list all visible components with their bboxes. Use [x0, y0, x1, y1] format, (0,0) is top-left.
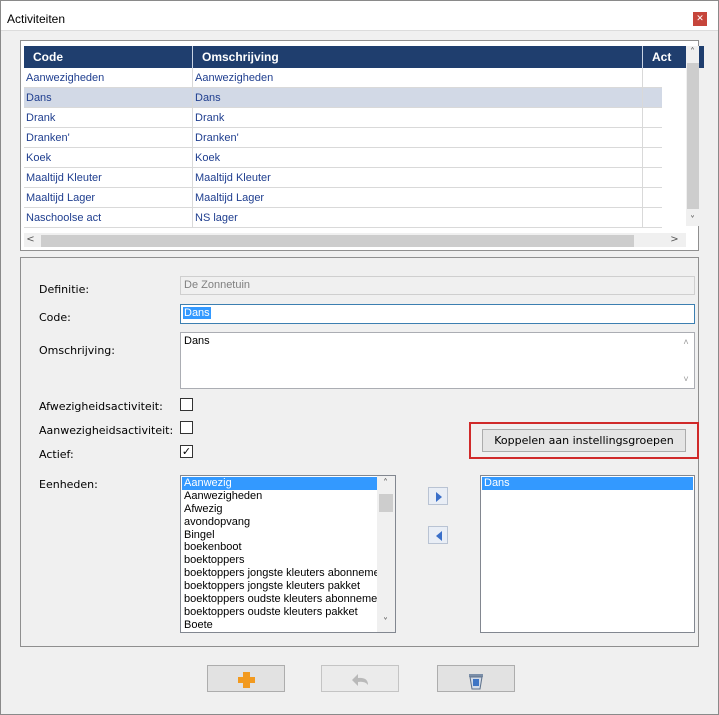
- cell-code: Maaltijd Lager: [26, 188, 193, 208]
- table-row[interactable]: Koek Koek: [24, 148, 662, 168]
- aanwezigheid-checkbox[interactable]: [180, 421, 193, 434]
- available-units-list[interactable]: Aanwezig Aanwezigheden Afwezig avondopvang B…: [180, 475, 396, 633]
- table-row[interactable]: Dranken' Dranken': [24, 128, 662, 148]
- cell-omschrijving: Dranken': [193, 128, 643, 148]
- scroll-up-icon[interactable]: ˄: [686, 46, 699, 60]
- cell-code: Koek: [26, 148, 193, 168]
- delete-button[interactable]: [437, 665, 515, 692]
- list-item[interactable]: Dans: [482, 477, 693, 490]
- arrow-right-icon: [436, 492, 442, 502]
- list-item[interactable]: boektoppers jongste kleuters pakket: [182, 580, 377, 593]
- cell-omschrijving: Koek: [193, 148, 643, 168]
- cell-act: [643, 188, 662, 208]
- cell-code: Dranken': [26, 128, 193, 148]
- aanwezigheid-label: Aanwezigheidsactiviteit:: [39, 424, 174, 437]
- available-scroll-down-icon[interactable]: ˅: [379, 616, 392, 630]
- cell-omschrijving: Maaltijd Kleuter: [193, 168, 643, 188]
- cell-act: [643, 168, 662, 188]
- cell-code: Aanwezigheden: [26, 68, 193, 88]
- window-title: Activiteiten: [7, 12, 66, 26]
- available-scroll-up-icon[interactable]: ˄: [379, 477, 392, 491]
- table-row[interactable]: Drank Drank: [24, 108, 662, 128]
- cell-act: [643, 128, 662, 148]
- textarea-scroll-down-icon[interactable]: ˅: [679, 373, 693, 385]
- cell-omschrijving: Aanwezigheden: [193, 68, 643, 88]
- textarea-scroll-up-icon[interactable]: ˄: [679, 336, 693, 348]
- cell-act: [643, 108, 662, 128]
- selected-units-list[interactable]: Dans: [480, 475, 695, 633]
- list-item[interactable]: Bingel: [182, 529, 377, 542]
- close-icon[interactable]: ✕: [693, 12, 707, 26]
- scroll-left-icon[interactable]: <: [24, 233, 37, 247]
- koppelen-button[interactable]: Koppelen aan instellingsgroepen: [482, 429, 686, 452]
- code-input-value: Dans: [183, 307, 211, 319]
- remove-unit-button[interactable]: [428, 526, 448, 544]
- list-item[interactable]: boekenboot: [182, 541, 377, 554]
- table-row[interactable]: Aanwezigheden Aanwezigheden: [24, 68, 662, 88]
- trash-icon: [469, 674, 483, 690]
- list-item[interactable]: boektoppers oudste kleuters pakket: [182, 606, 377, 619]
- cell-omschrijving: Dans: [193, 88, 643, 108]
- column-header-act[interactable]: Act: [643, 46, 686, 68]
- actief-checkbox[interactable]: ✓: [180, 445, 193, 458]
- definitie-label: Definitie:: [39, 283, 90, 296]
- available-list-thumb[interactable]: [379, 494, 393, 512]
- scroll-right-icon[interactable]: >: [668, 233, 681, 247]
- cell-omschrijving: Drank: [193, 108, 643, 128]
- cell-code: Naschoolse act: [26, 208, 193, 228]
- grid-horizontal-scrollbar[interactable]: < >: [24, 233, 686, 247]
- grid-header: Code Omschrijving Act: [24, 46, 704, 68]
- list-item[interactable]: avondopvang: [182, 516, 377, 529]
- scroll-down-icon[interactable]: ˅: [686, 214, 699, 228]
- code-label: Code:: [39, 311, 71, 324]
- add-unit-button[interactable]: [428, 487, 448, 505]
- grid-vertical-scrollbar[interactable]: ˄ ˅: [686, 46, 699, 226]
- cell-act: [643, 148, 662, 168]
- add-button[interactable]: [207, 665, 285, 692]
- table-row[interactable]: Naschoolse act NS lager: [24, 208, 662, 228]
- cell-code: Maaltijd Kleuter: [26, 168, 193, 188]
- column-header-code[interactable]: Code: [24, 46, 193, 68]
- table-row[interactable]: Maaltijd Lager Maaltijd Lager: [24, 188, 662, 208]
- actief-label: Actief:: [39, 448, 74, 461]
- list-item[interactable]: Aanwezigheden: [182, 490, 377, 503]
- table-row[interactable]: Dans Dans: [24, 88, 662, 108]
- column-header-omschrijving[interactable]: Omschrijving: [193, 46, 643, 68]
- omschrijving-value: Dans: [184, 335, 210, 347]
- omschrijving-label: Omschrijving:: [39, 344, 115, 357]
- cell-omschrijving: NS lager: [193, 208, 643, 228]
- omschrijving-textarea[interactable]: Dans ˄ ˅: [180, 332, 695, 389]
- undo-button[interactable]: [321, 665, 399, 692]
- list-item[interactable]: Aanwezig: [182, 477, 377, 490]
- grid-rows: Aanwezigheden Aanwezigheden Dans Dans Drank D…: [24, 68, 662, 243]
- title-bar: Activiteiten ✕: [1, 1, 718, 31]
- code-input[interactable]: Dans: [180, 304, 695, 324]
- list-item[interactable]: boektoppers jongste kleuters abonnemen: [182, 567, 377, 580]
- cell-code: Dans: [26, 88, 193, 108]
- textarea-scrollbar[interactable]: ˄ ˅: [679, 334, 693, 387]
- definitie-field: De Zonnetuin: [180, 276, 695, 295]
- cell-act: [643, 88, 662, 108]
- eenheden-label: Eenheden:: [39, 478, 98, 491]
- cell-act: [643, 68, 662, 88]
- grid-horizontal-thumb[interactable]: [41, 235, 634, 247]
- available-list-scrollbar[interactable]: ˄ ˅: [377, 476, 395, 632]
- undo-icon: [352, 674, 368, 686]
- afwezigheid-checkbox[interactable]: [180, 398, 193, 411]
- list-item[interactable]: boektoppers: [182, 554, 377, 567]
- table-row[interactable]: Maaltijd Kleuter Maaltijd Kleuter: [24, 168, 662, 188]
- plus-icon: [238, 672, 255, 688]
- cell-act: [643, 208, 662, 228]
- activities-grid: Code Omschrijving Act Aanwezigheden Aanwe…: [20, 40, 704, 251]
- cell-code: Drank: [26, 108, 193, 128]
- detail-form: Definitie: De Zonnetuin Code: Dans Omsch…: [20, 257, 699, 647]
- list-item[interactable]: Afwezig: [182, 503, 377, 516]
- list-item[interactable]: Boete: [182, 619, 377, 632]
- arrow-left-icon: [436, 531, 442, 541]
- afwezigheid-label: Afwezigheidsactiviteit:: [39, 400, 163, 413]
- activiteiten-window: Activiteiten ✕ Code Omschrijving Act Aan…: [0, 0, 719, 715]
- cell-omschrijving: Maaltijd Lager: [193, 188, 643, 208]
- list-item[interactable]: boektoppers oudste kleuters abonnemen: [182, 593, 377, 606]
- grid-vertical-thumb[interactable]: [687, 63, 699, 209]
